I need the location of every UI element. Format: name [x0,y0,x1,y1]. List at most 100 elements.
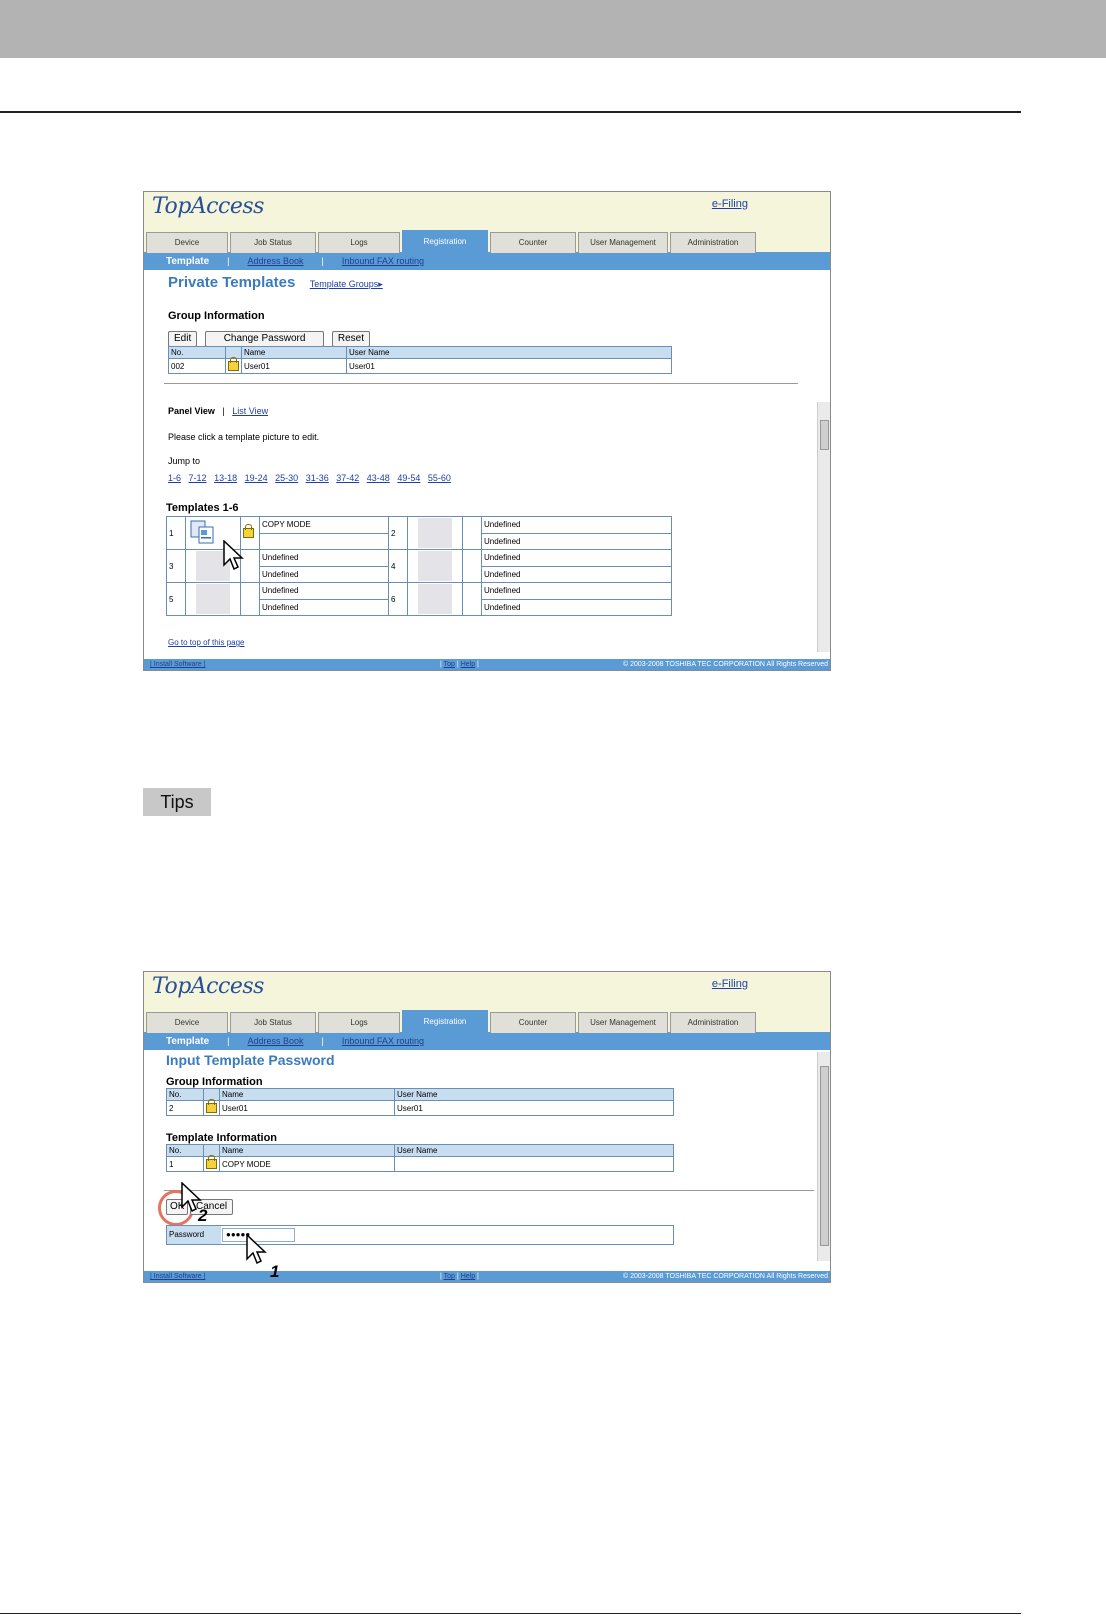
jump-link[interactable]: 49-54 [397,473,420,483]
edit-button[interactable]: Edit [168,331,198,347]
col-user-name: User Name [346,346,672,359]
template-groups-link[interactable]: Template Groups▸ [310,279,383,289]
jump-link[interactable]: 7-12 [189,473,207,483]
template-no: 5 [166,582,186,616]
scrollbar-thumb[interactable] [820,420,829,450]
jump-link[interactable]: 43-48 [367,473,390,483]
main-tabs: Device Job Status Logs Registration Coun… [144,230,758,253]
mouse-pointer-icon [246,1234,267,1265]
lock-icon [206,1155,217,1169]
jump-link[interactable]: 37-42 [336,473,359,483]
empty-template-thumb[interactable] [418,551,452,581]
jump-link[interactable]: 25-30 [275,473,298,483]
template-information-heading: Template Information [166,1132,278,1144]
step-number-2: 2 [198,1206,208,1225]
subnav-separator: | [227,256,230,266]
subnav-address-book[interactable]: Address Book [248,1036,304,1046]
group-information-heading: Group Information [166,1076,263,1088]
tab-counter[interactable]: Counter [490,1012,576,1033]
mouse-pointer-icon [223,540,244,571]
empty-template-thumb[interactable] [418,584,452,614]
jump-link[interactable]: 13-18 [214,473,237,483]
app-header: TopAccess e-Filing Device Job Status Log… [144,192,830,253]
copyright: © 2003-2008 TOSHIBA TEC CORPORATION All … [623,661,828,668]
empty-template-thumb[interactable] [196,584,230,614]
col-user-name: User Name [394,1088,674,1101]
view-switch: Panel View | List View [168,406,268,416]
sub-navigation: Template | Address Book | Inbound FAX ro… [144,252,830,270]
tab-registration[interactable]: Registration [402,1010,488,1033]
tab-logs[interactable]: Logs [318,1012,400,1033]
subnav-inbound-fax[interactable]: Inbound FAX routing [342,1036,424,1046]
tab-counter[interactable]: Counter [490,232,576,253]
template-table: No. Name User Name 1 COPY MODE [166,1144,674,1172]
col-name: Name [219,1088,395,1101]
change-password-button[interactable]: Change Password [204,331,325,347]
col-user-name: User Name [394,1144,674,1157]
tab-logs[interactable]: Logs [318,232,400,253]
top-link[interactable]: Top [444,1273,455,1280]
efiling-link[interactable]: e-Filing [712,198,748,210]
template-no: 4 [388,549,408,583]
jump-link[interactable]: 55-60 [428,473,451,483]
top-rule [0,111,1021,113]
tab-administration[interactable]: Administration [670,232,756,253]
page-header-band [0,0,1106,58]
help-link[interactable]: Help [461,661,475,668]
tab-administration[interactable]: Administration [670,1012,756,1033]
scrollbar[interactable] [817,1052,830,1261]
template-no: 3 [166,549,186,583]
jump-to-label: Jump to [168,456,201,466]
template-user: Undefined [259,565,389,583]
tab-job-status[interactable]: Job Status [230,232,316,253]
tab-job-status[interactable]: Job Status [230,1012,316,1033]
group-buttons: Edit Change Password Reset [168,328,373,347]
screenshot-input-template-password: TopAccess e-Filing Device Job Status Log… [143,971,831,1283]
subnav-template[interactable]: Template [166,1036,209,1047]
help-link[interactable]: Help [461,1273,475,1280]
table-row: 2 User01 User01 [166,1099,674,1116]
template-no: 1 [166,1156,204,1172]
list-view-link[interactable]: List View [232,406,268,416]
subnav-inbound-fax[interactable]: Inbound FAX routing [342,256,424,266]
page-content: Private Templates Template Groups▸ Group… [144,270,830,658]
install-software-link[interactable]: | Install Software | [150,661,205,668]
subnav-address-book[interactable]: Address Book [248,256,304,266]
go-to-top-link[interactable]: Go to top of this page [168,638,245,647]
jump-link[interactable]: 19-24 [245,473,268,483]
install-software-link[interactable]: | Install Software | [150,1273,205,1280]
efiling-link[interactable]: e-Filing [712,978,748,990]
jump-link[interactable]: 1-6 [168,473,181,483]
password-row: Password ●●●●● [166,1225,674,1245]
app-header: TopAccess e-Filing Device Job Status Log… [144,972,830,1033]
template-user: Undefined [481,565,672,583]
scrollbar[interactable] [817,402,830,652]
copy-template-icon[interactable] [188,519,218,545]
copyright: © 2003-2008 TOSHIBA TEC CORPORATION All … [623,1273,828,1280]
tab-user-management[interactable]: User Management [578,1012,668,1033]
template-name: Undefined [481,582,672,600]
tab-user-management[interactable]: User Management [578,232,668,253]
group-user-name: User01 [346,358,672,374]
templates-heading: Templates 1-6 [166,502,239,514]
subnav-template[interactable]: Template [166,256,209,267]
tab-device[interactable]: Device [146,232,228,253]
group-table: No. Name User Name 2 User01 User01 [166,1088,674,1116]
scrollbar-thumb[interactable] [820,1066,829,1246]
group-table: No. Name User Name 002 User01 User01 [168,346,672,374]
empty-template-thumb[interactable] [418,518,452,548]
template-user: Undefined [481,532,672,550]
template-user [259,532,389,550]
bottom-rule [0,1613,1021,1614]
sub-navigation: Template | Address Book | Inbound FAX ro… [144,1032,830,1050]
top-link[interactable]: Top [444,661,455,668]
jump-links: 1-6 7-12 13-18 19-24 25-30 31-36 37-42 4… [168,473,451,483]
template-user-name [394,1156,674,1172]
jump-link[interactable]: 31-36 [306,473,329,483]
tab-registration[interactable]: Registration [402,230,488,253]
screenshot-private-templates: TopAccess e-Filing Device Job Status Log… [143,191,831,671]
template-user: Undefined [259,598,389,616]
template-user: Undefined [481,598,672,616]
tab-device[interactable]: Device [146,1012,228,1033]
reset-button[interactable]: Reset [331,331,370,347]
